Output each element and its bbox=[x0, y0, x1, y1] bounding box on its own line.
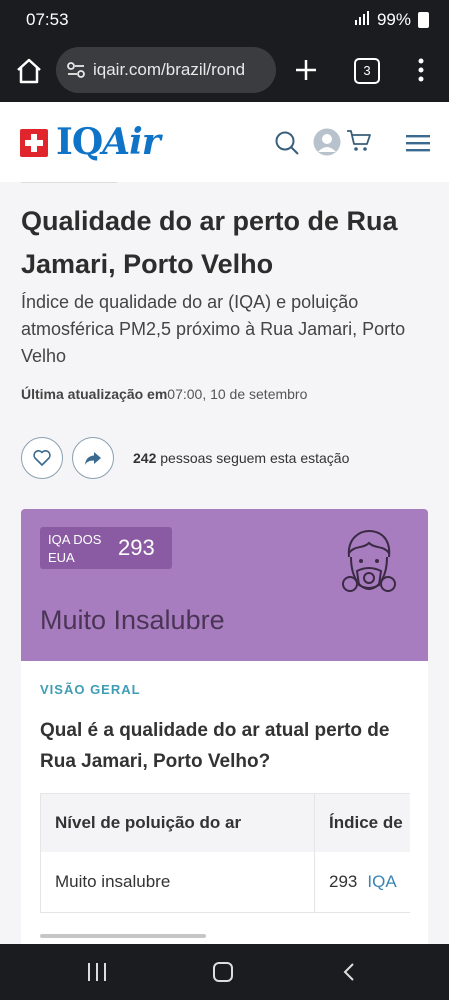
last-updated-value: 07:00, 10 de setembro bbox=[167, 386, 308, 402]
more-vert-icon[interactable] bbox=[413, 56, 429, 84]
followers-count: 242 bbox=[133, 450, 157, 466]
last-updated: Última atualização em07:00, 10 de setemb… bbox=[21, 386, 307, 402]
aqi-card: IQA DOS EUA 293 Muito Insalubre bbox=[21, 509, 428, 661]
followers-text: 242 pessoas seguem esta estação bbox=[133, 450, 349, 466]
page-subtitle: Índice de qualidade do ar (IQA) e poluiç… bbox=[21, 292, 406, 366]
horizontal-scroll-indicator[interactable] bbox=[40, 934, 206, 938]
back-icon[interactable] bbox=[342, 962, 356, 982]
divider bbox=[21, 182, 117, 183]
index-value: 293 bbox=[329, 872, 358, 891]
column-divider bbox=[314, 794, 315, 912]
follow-button[interactable] bbox=[21, 437, 63, 479]
aqi-badge-label: IQA DOS EUA bbox=[48, 532, 102, 565]
site-header: IQAir bbox=[0, 102, 449, 182]
logo-air: Air bbox=[102, 121, 161, 163]
table-header-level: Nível de poluição do ar bbox=[41, 794, 314, 852]
status-icons: 99% bbox=[354, 10, 429, 30]
battery-icon bbox=[418, 12, 429, 28]
browser-toolbar: iqair.com/brazil/rond 3 bbox=[0, 40, 449, 102]
hamburger-menu-icon[interactable] bbox=[406, 134, 430, 152]
status-bar: 07:53 99% bbox=[0, 0, 449, 40]
heart-icon bbox=[33, 450, 51, 466]
table-header-index: Índice de bbox=[315, 794, 410, 852]
system-nav-bar bbox=[0, 944, 449, 1000]
share-button[interactable] bbox=[72, 437, 114, 479]
cart-icon[interactable] bbox=[346, 129, 372, 153]
signal-icon bbox=[354, 11, 370, 29]
pollution-table[interactable]: Nível de poluição do ar Índice de Muito … bbox=[40, 793, 410, 913]
recent-apps-icon[interactable] bbox=[87, 963, 107, 981]
page-content: Qualidade do ar perto de Rua Jamari, Por… bbox=[0, 182, 449, 944]
site-settings-icon[interactable] bbox=[67, 62, 85, 78]
last-updated-label: Última atualização em bbox=[21, 386, 168, 402]
section-label: VISÃO GERAL bbox=[40, 682, 141, 697]
tab-switcher-button[interactable]: 3 bbox=[354, 58, 380, 84]
aqi-badge: IQA DOS EUA 293 bbox=[40, 527, 172, 569]
logo-cross-icon[interactable] bbox=[20, 129, 48, 157]
battery-percent: 99% bbox=[376, 10, 411, 29]
gas-mask-person-icon bbox=[341, 527, 397, 601]
aqi-status: Muito Insalubre bbox=[40, 605, 225, 635]
followers-label: pessoas seguem esta estação bbox=[156, 450, 350, 466]
table-cell-level: Muito insalubre bbox=[55, 872, 171, 891]
index-unit: IQA bbox=[367, 872, 397, 891]
home-nav-icon[interactable] bbox=[213, 962, 233, 982]
user-avatar-icon[interactable] bbox=[313, 128, 341, 156]
logo-iq: IQ bbox=[56, 121, 103, 163]
overview-question: Qual é a qualidade do ar atual perto de … bbox=[40, 720, 390, 772]
site-logo[interactable]: IQAir bbox=[56, 121, 161, 163]
status-time: 07:53 bbox=[26, 10, 69, 29]
new-tab-icon[interactable] bbox=[293, 57, 319, 83]
address-bar[interactable]: iqair.com/brazil/rond bbox=[56, 47, 276, 93]
aqi-value: 293 bbox=[118, 535, 155, 560]
page-title: Qualidade do ar perto de Rua Jamari, Por… bbox=[21, 206, 398, 279]
overview-panel: VISÃO GERAL Qual é a qualidade do ar atu… bbox=[21, 661, 428, 944]
url-text[interactable]: iqair.com/brazil/rond bbox=[93, 60, 271, 80]
search-icon[interactable] bbox=[274, 130, 300, 156]
share-icon bbox=[85, 452, 101, 465]
table-cell-index: 293 IQA bbox=[329, 852, 397, 911]
home-icon[interactable] bbox=[14, 56, 44, 86]
